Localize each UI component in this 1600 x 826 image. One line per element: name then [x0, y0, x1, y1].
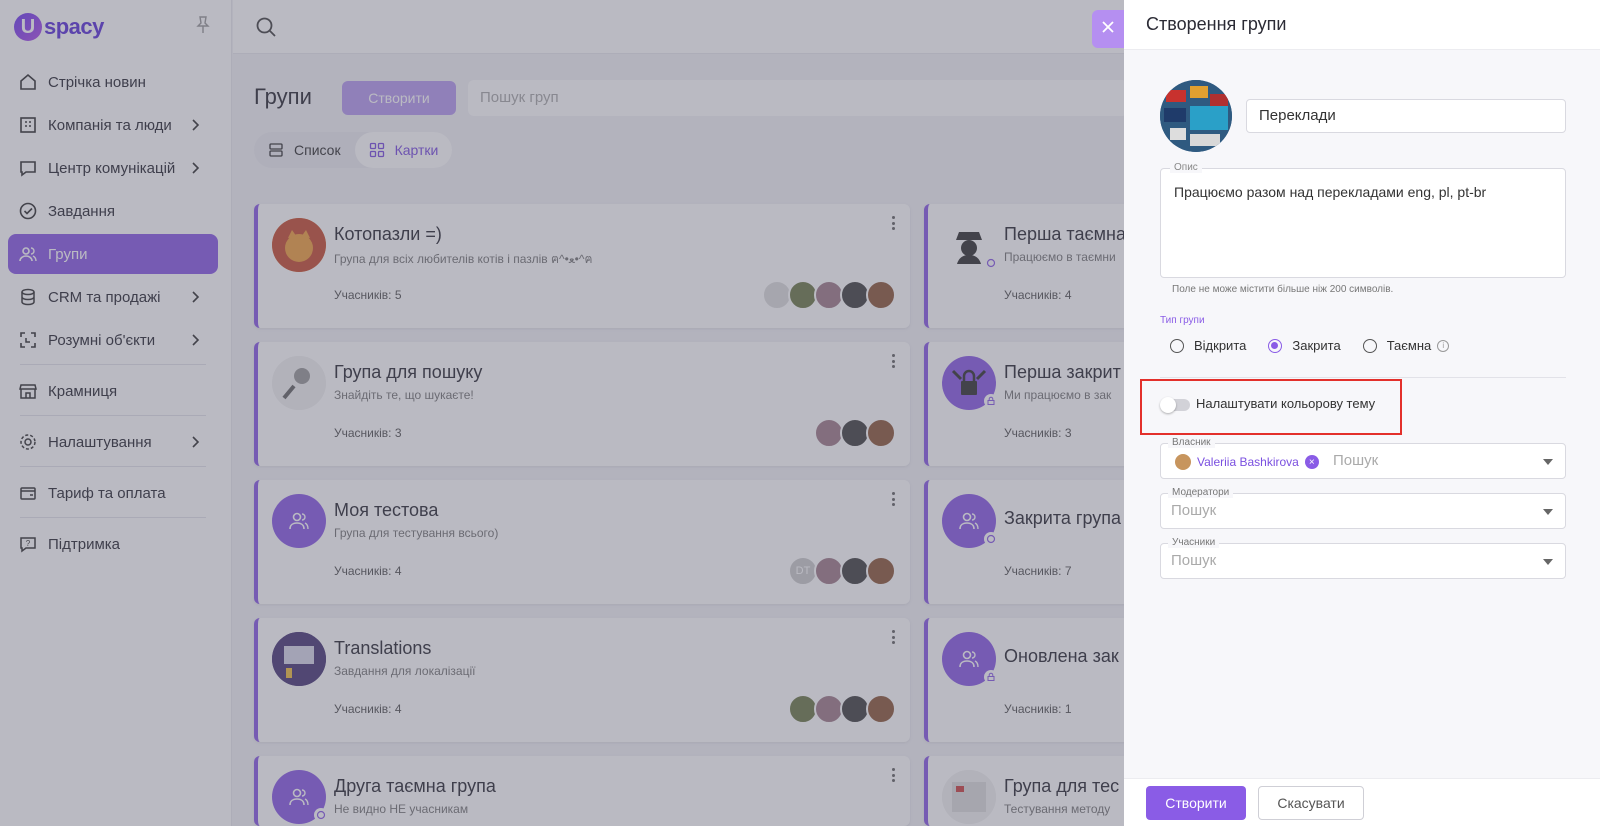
group-photo-upload[interactable] [1160, 80, 1232, 152]
submit-create-button[interactable]: Створити [1146, 786, 1246, 820]
radio-label: Закрита [1292, 338, 1341, 353]
owner-search-input[interactable]: Пошук [1333, 452, 1378, 469]
info-icon[interactable]: i [1437, 339, 1450, 352]
description-value: Працюємо разом над перекладами eng, pl, … [1174, 184, 1487, 200]
radio-button[interactable] [1362, 338, 1377, 353]
radio-secret[interactable]: Таємна i [1362, 338, 1450, 353]
description-label: Опис [1170, 162, 1202, 173]
owner-label: Власник [1168, 437, 1215, 448]
close-panel-button[interactable] [1092, 10, 1124, 48]
moderators-search-input[interactable]: Пошук [1171, 502, 1216, 519]
color-theme-toggle[interactable] [1160, 397, 1190, 413]
dropdown-arrow-icon[interactable] [1543, 559, 1553, 565]
owner-chip: Valeriia Bashkirova × [1175, 452, 1319, 472]
moderators-select[interactable]: Пошук [1160, 493, 1566, 529]
avatar [1175, 454, 1191, 470]
radio-closed[interactable]: Закрита [1268, 338, 1341, 353]
owner-name: Valeriia Bashkirova [1197, 455, 1299, 469]
cancel-button[interactable]: Скасувати [1258, 786, 1364, 820]
members-select[interactable]: Пошук [1160, 543, 1566, 579]
remove-owner-icon[interactable]: × [1304, 455, 1319, 469]
close-icon [1102, 20, 1114, 38]
create-group-panel: Створення групи Переклади Опис Працюємо … [1124, 0, 1600, 826]
description-hint: Поле не може містити більше ніж 200 симв… [1172, 284, 1394, 295]
radio-open[interactable]: Відкрита [1170, 338, 1246, 353]
radio-button[interactable] [1268, 338, 1283, 353]
members-search-input[interactable]: Пошук [1171, 552, 1216, 569]
owner-select[interactable]: Valeriia Bashkirova × Пошук [1160, 443, 1566, 479]
members-label: Учасники [1168, 537, 1220, 548]
dropdown-arrow-icon[interactable] [1543, 459, 1553, 465]
dropdown-arrow-icon[interactable] [1543, 509, 1553, 515]
group-name-input[interactable]: Переклади [1246, 99, 1566, 133]
radio-label: Таємна [1386, 338, 1432, 353]
color-theme-label: Налаштувати кольорову тему [1196, 396, 1376, 411]
radio-label: Відкрита [1194, 338, 1247, 353]
group-type-label: Тип групи [1160, 315, 1205, 326]
group-type-radios: Відкрита Закрита Таємна i [1170, 338, 1471, 353]
panel-footer: Створити Скасувати [1124, 778, 1600, 826]
moderators-label: Модератори [1168, 487, 1234, 498]
panel-title: Створення групи [1124, 0, 1600, 50]
divider [1160, 377, 1566, 378]
radio-button[interactable] [1170, 338, 1184, 353]
